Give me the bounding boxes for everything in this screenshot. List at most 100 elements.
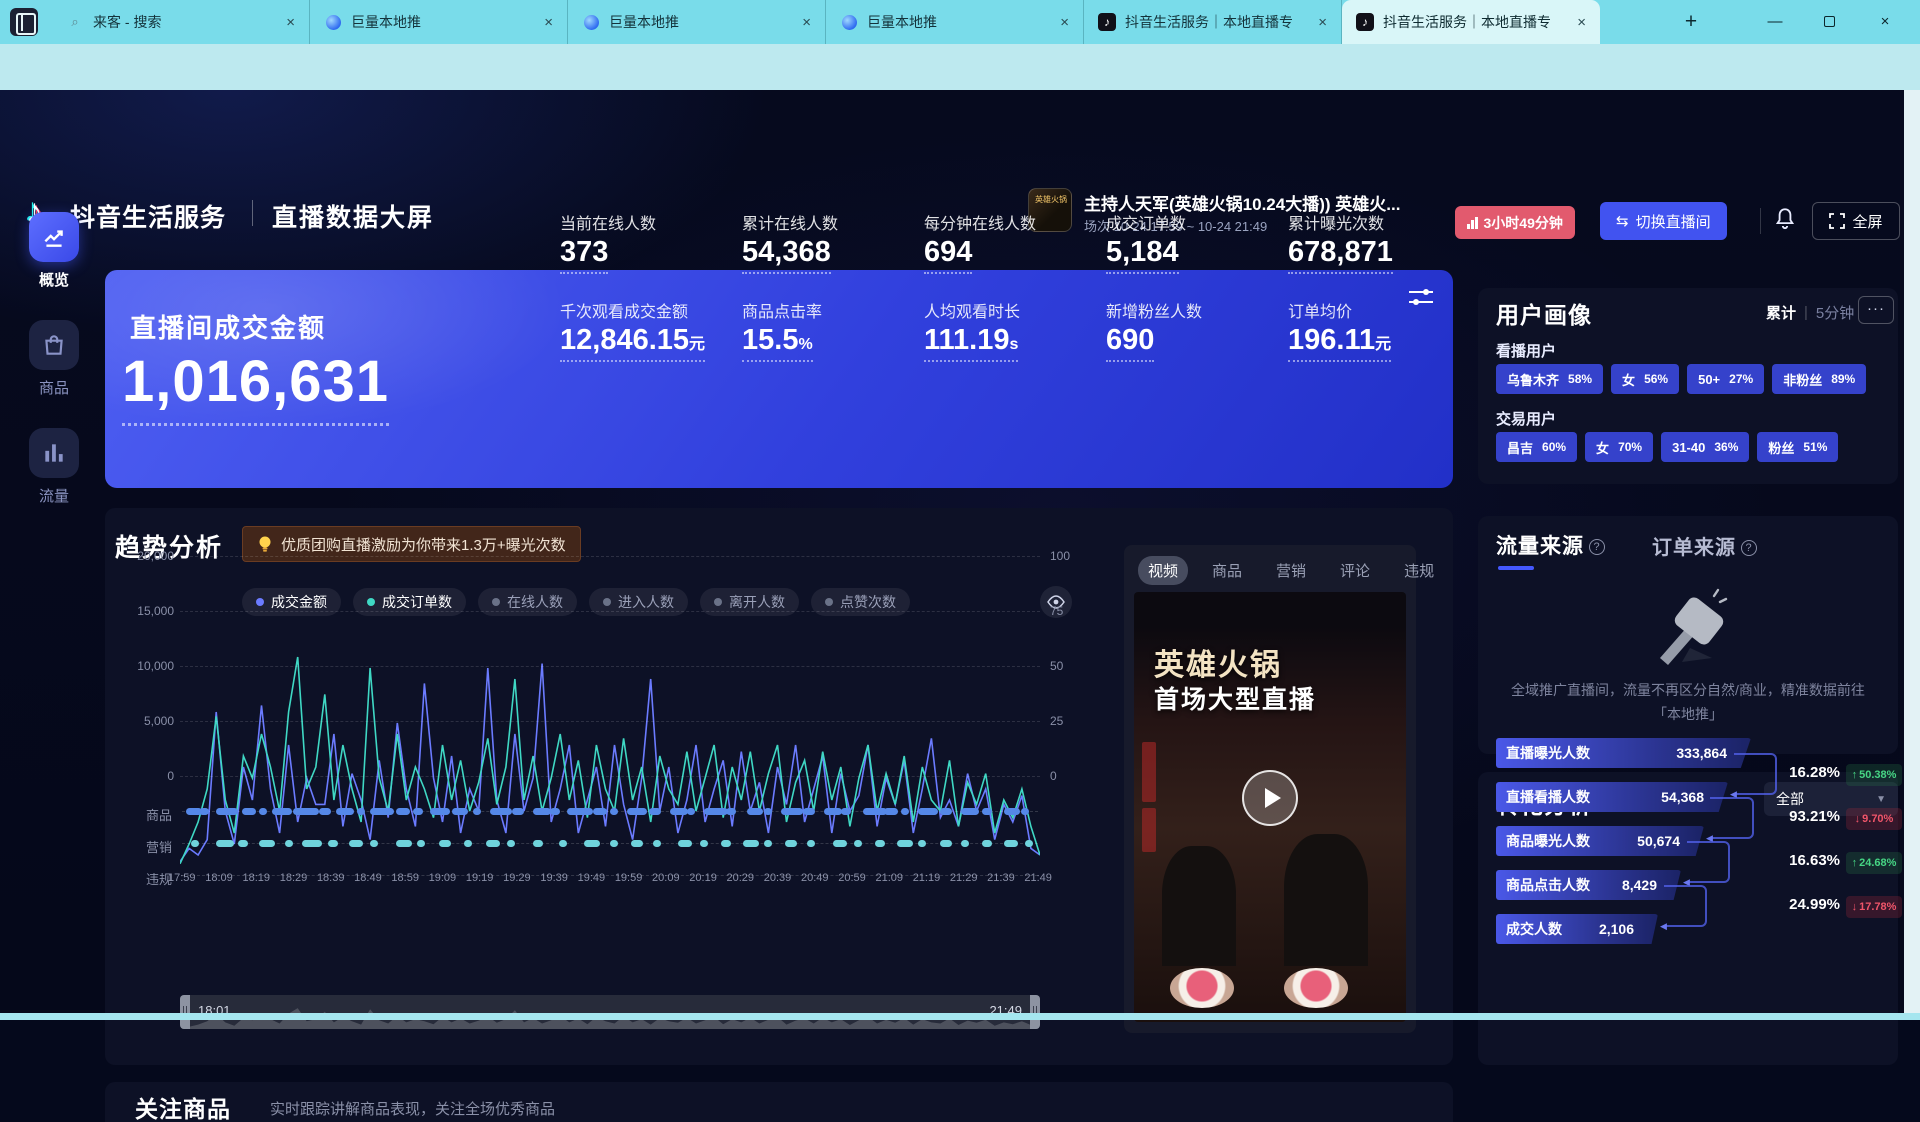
event-marker[interactable] <box>610 808 618 815</box>
event-marker[interactable] <box>649 808 661 815</box>
event-marker[interactable] <box>631 840 643 847</box>
event-marker[interactable] <box>687 808 695 815</box>
tab-order-source[interactable]: 订单来源? <box>1652 531 1757 560</box>
event-marker[interactable] <box>824 808 842 815</box>
event-marker[interactable] <box>940 840 952 847</box>
event-marker[interactable] <box>550 808 560 815</box>
event-marker[interactable] <box>191 840 199 847</box>
event-marker[interactable] <box>486 840 500 847</box>
browser-tab[interactable]: ⌕来客 - 搜索× <box>52 0 310 44</box>
event-marker[interactable] <box>473 808 481 815</box>
event-marker[interactable] <box>259 808 267 815</box>
trend-chart[interactable] <box>180 646 1040 866</box>
tab-close-icon[interactable]: × <box>1573 14 1590 31</box>
window-close-button[interactable]: × <box>1862 0 1908 42</box>
metric-settings-icon[interactable] <box>1408 286 1434 308</box>
event-marker[interactable] <box>863 808 887 815</box>
browser-tab[interactable]: ♪抖音生活服务｜本地直播专× <box>1342 0 1600 44</box>
event-marker[interactable] <box>726 808 736 815</box>
event-marker[interactable] <box>982 840 992 847</box>
notification-bell-icon[interactable] <box>1772 206 1802 236</box>
sidebar-item-traffic[interactable]: 流量 <box>26 428 82 506</box>
video-tab-视频[interactable]: 视频 <box>1138 556 1188 585</box>
event-marker[interactable] <box>417 840 425 847</box>
tab-close-icon[interactable]: × <box>282 14 299 31</box>
event-marker[interactable] <box>216 840 234 847</box>
event-marker[interactable] <box>293 808 319 815</box>
event-marker[interactable] <box>1004 840 1018 847</box>
browser-tab[interactable]: 巨量本地推× <box>568 0 826 44</box>
event-marker[interactable] <box>319 808 331 815</box>
page-scrollbar[interactable] <box>1904 90 1920 1020</box>
window-minimize-button[interactable]: — <box>1752 0 1798 42</box>
event-marker[interactable] <box>610 840 618 847</box>
event-marker[interactable] <box>593 808 607 815</box>
event-marker[interactable] <box>533 808 551 815</box>
event-marker[interactable] <box>199 808 209 815</box>
event-marker[interactable] <box>704 808 728 815</box>
event-marker[interactable] <box>357 808 365 815</box>
event-marker[interactable] <box>833 840 847 847</box>
event-marker[interactable] <box>216 808 238 815</box>
toggle-5min[interactable]: 5分钟 <box>1816 302 1854 323</box>
video-tab-评论[interactable]: 评论 <box>1330 556 1380 585</box>
event-marker[interactable] <box>721 840 731 847</box>
fullscreen-button[interactable]: 全屏 <box>1812 202 1900 240</box>
event-marker[interactable] <box>512 808 524 815</box>
new-tab-button[interactable]: + <box>1678 9 1704 35</box>
event-marker[interactable] <box>841 808 851 815</box>
event-marker[interactable] <box>678 840 692 847</box>
event-marker[interactable] <box>764 808 772 815</box>
brush-handle-left[interactable] <box>180 995 190 1029</box>
event-marker[interactable] <box>507 840 515 847</box>
browser-tab[interactable]: 巨量本地推× <box>826 0 1084 44</box>
event-marker[interactable] <box>349 840 363 847</box>
event-marker[interactable] <box>961 808 979 815</box>
event-marker[interactable] <box>807 840 815 847</box>
event-marker[interactable] <box>1025 840 1033 847</box>
event-marker[interactable] <box>396 840 412 847</box>
event-marker[interactable] <box>439 840 451 847</box>
event-marker[interactable] <box>884 808 898 815</box>
video-tab-商品[interactable]: 商品 <box>1202 556 1252 585</box>
sidebar-item-products[interactable]: 商品 <box>26 320 82 398</box>
event-marker[interactable] <box>285 840 293 847</box>
live-video-player[interactable]: 英雄火锅 首场大型直播 <box>1134 592 1406 1022</box>
event-marker[interactable] <box>370 808 394 815</box>
video-tab-营销[interactable]: 营销 <box>1266 556 1316 585</box>
event-marker[interactable] <box>302 840 322 847</box>
event-marker[interactable] <box>897 840 913 847</box>
time-range-brush[interactable]: 18:01 21:49 <box>180 995 1040 1029</box>
event-marker[interactable] <box>336 808 354 815</box>
switch-room-button[interactable]: ⇆ 切换直播间 <box>1600 202 1727 240</box>
event-marker[interactable] <box>533 840 543 847</box>
event-marker[interactable] <box>700 840 708 847</box>
tab-close-icon[interactable]: × <box>1056 14 1073 31</box>
event-marker[interactable] <box>627 808 647 815</box>
event-marker[interactable] <box>670 808 688 815</box>
event-marker[interactable] <box>242 808 256 815</box>
event-marker[interactable] <box>785 840 797 847</box>
event-marker[interactable] <box>396 808 410 815</box>
video-tab-违规[interactable]: 违规 <box>1394 556 1444 585</box>
sidebar-item-overview[interactable]: 概览 <box>26 212 82 290</box>
tab-close-icon[interactable]: × <box>1314 14 1331 31</box>
toggle-cumulative[interactable]: 累计 <box>1766 302 1796 323</box>
event-marker[interactable] <box>854 840 862 847</box>
event-marker[interactable] <box>747 808 763 815</box>
event-marker[interactable] <box>430 808 450 815</box>
portrait-more-button[interactable]: ··· <box>1858 296 1894 324</box>
event-marker[interactable] <box>940 808 952 815</box>
event-marker[interactable] <box>781 808 803 815</box>
info-icon[interactable]: ? <box>1589 539 1605 555</box>
play-button[interactable] <box>1242 770 1298 826</box>
window-maximize-button[interactable] <box>1806 0 1852 42</box>
event-marker[interactable] <box>918 808 938 815</box>
event-marker[interactable] <box>961 840 969 847</box>
brush-handle-right[interactable] <box>1030 995 1040 1029</box>
event-marker[interactable] <box>584 840 600 847</box>
event-marker[interactable] <box>743 840 759 847</box>
event-marker[interactable] <box>982 808 992 815</box>
event-marker[interactable] <box>1021 808 1029 815</box>
event-marker[interactable] <box>413 808 423 815</box>
